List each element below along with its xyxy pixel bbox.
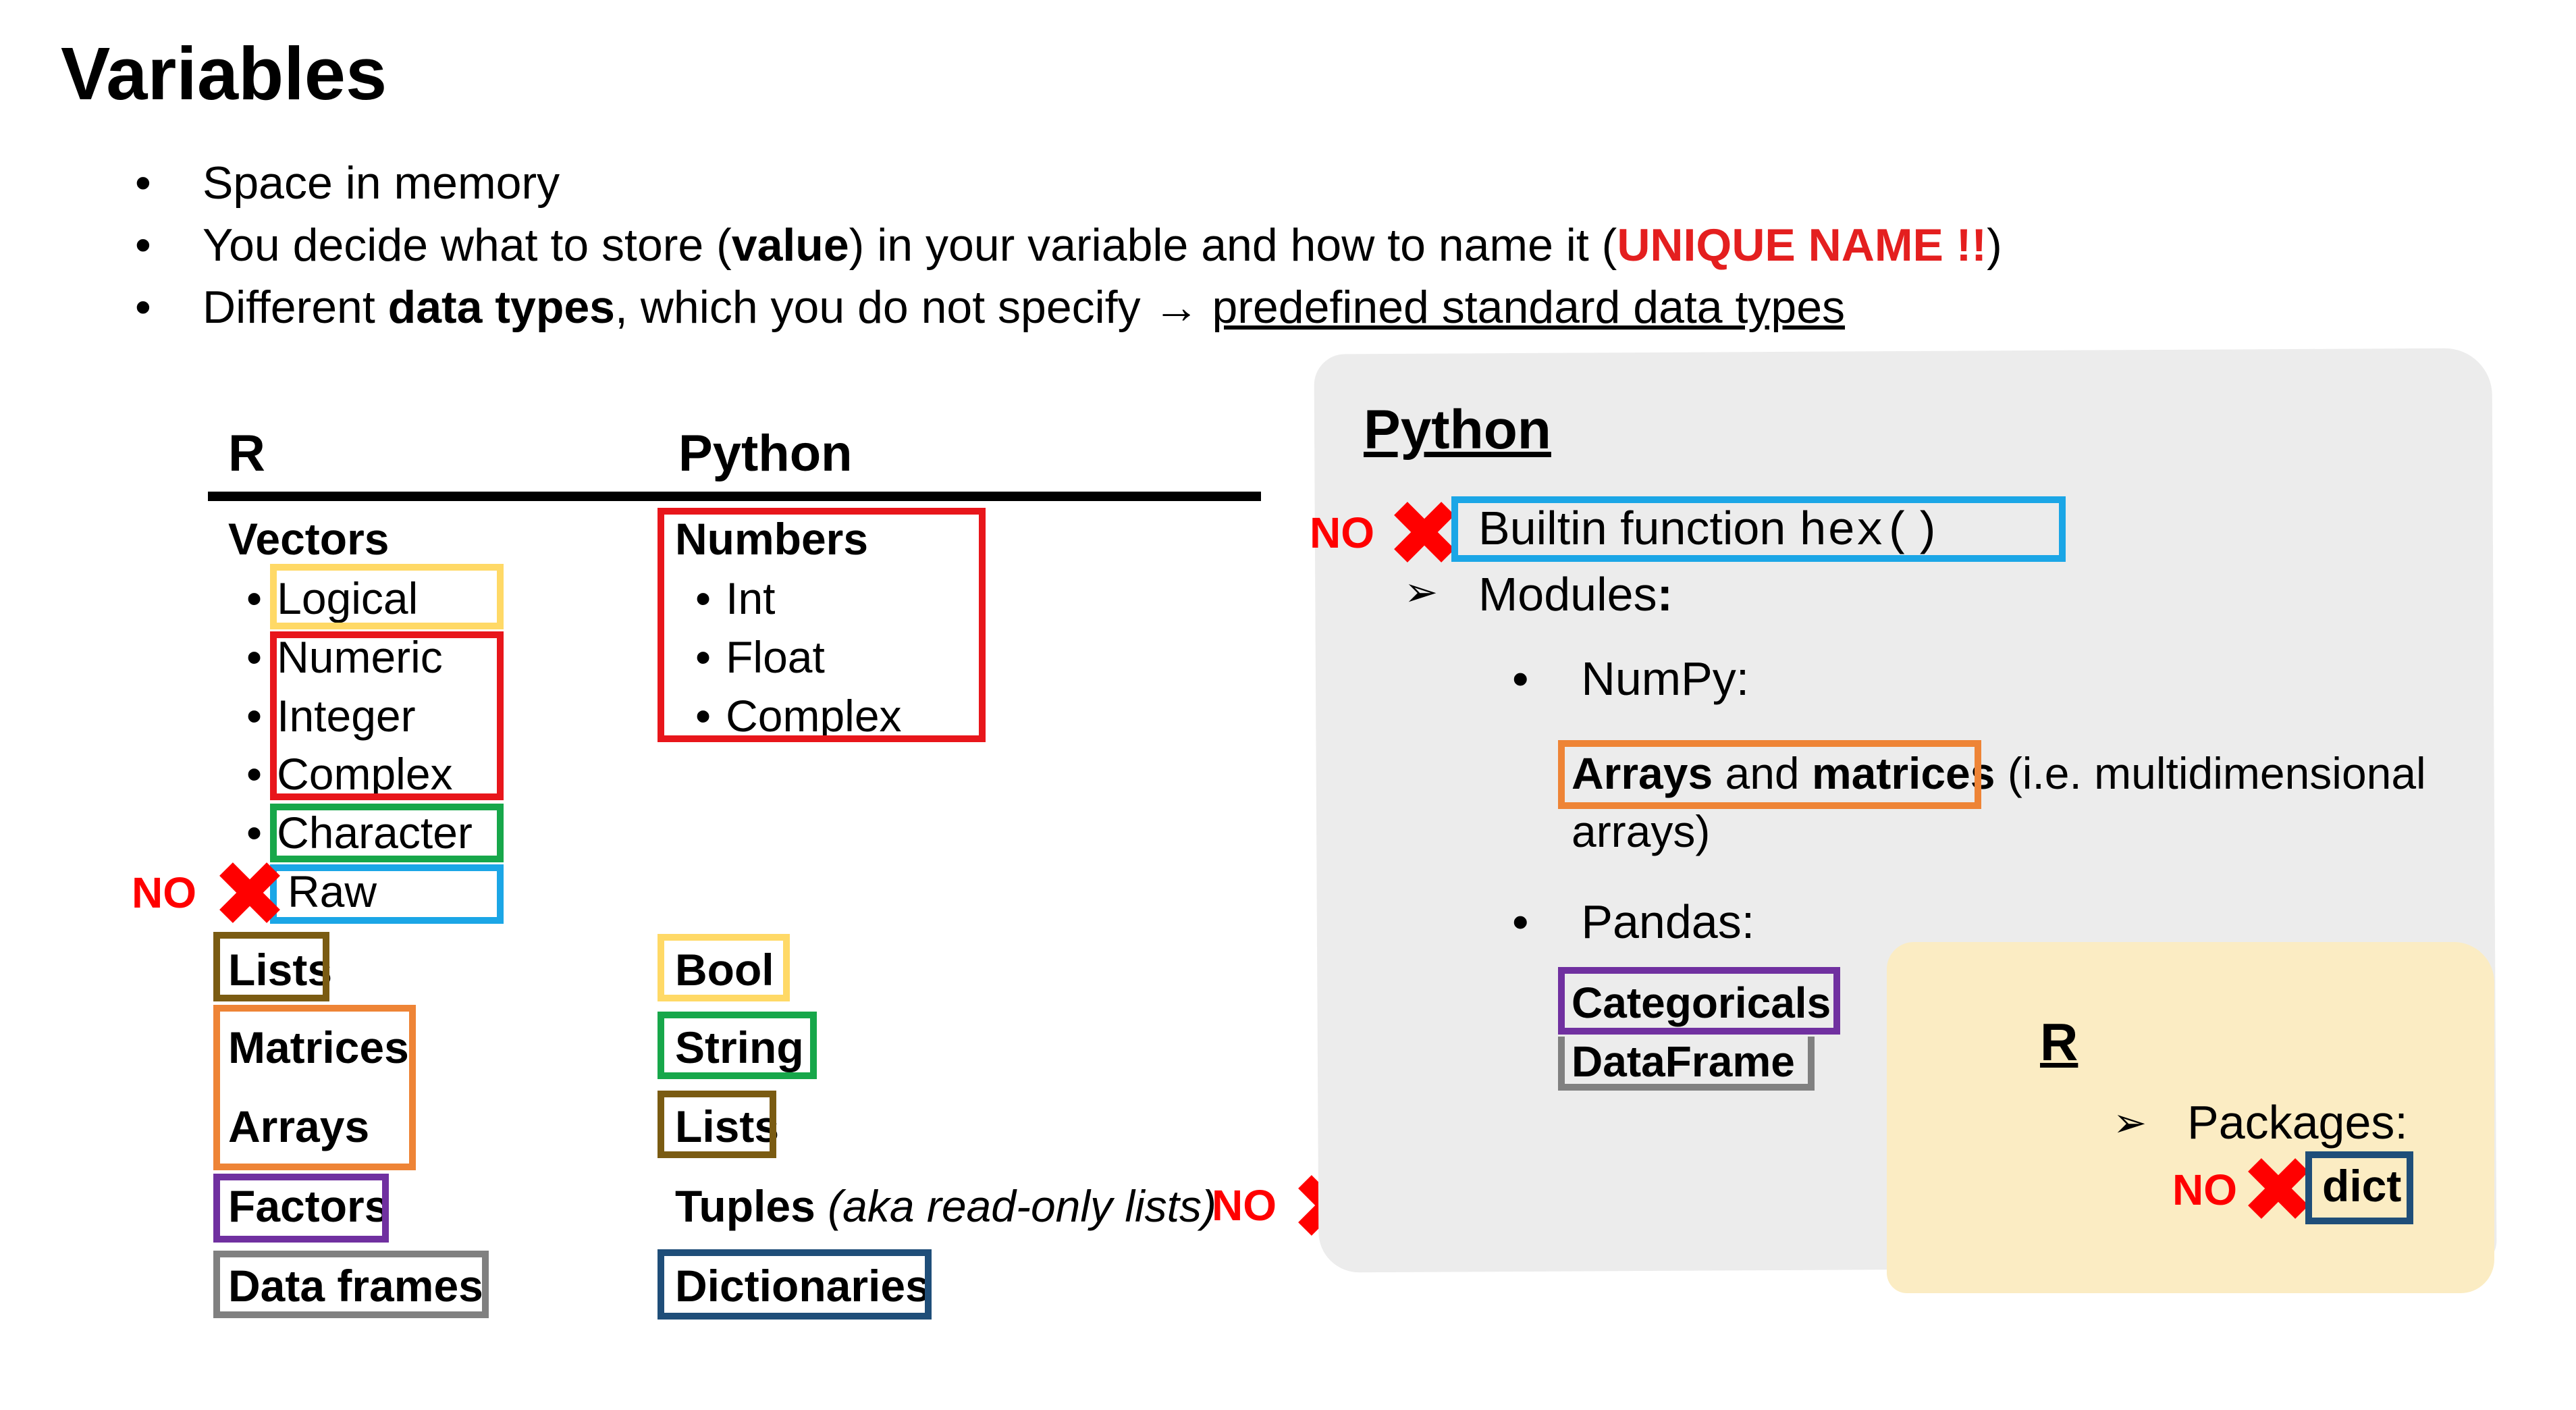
python-panel-title: Python bbox=[1364, 399, 1551, 461]
right-arrow-icon: → bbox=[1153, 282, 1200, 333]
arrow-bullet-icon: ➢ bbox=[1404, 569, 1439, 615]
dataframe-box bbox=[1558, 1037, 1815, 1091]
python-column-header: Python bbox=[678, 425, 853, 482]
r-lists-box bbox=[213, 932, 329, 1001]
packages-label: Packages: bbox=[2187, 1096, 2408, 1149]
py-tuples: Tuples (aka read-only lists) bbox=[675, 1181, 1216, 1231]
intro-bullets: Space in memory You decide what to store… bbox=[135, 152, 2002, 338]
raw-box bbox=[270, 864, 504, 924]
dictionaries-box bbox=[658, 1249, 932, 1320]
character-box bbox=[270, 804, 504, 862]
numpy-label: • NumPy: bbox=[1512, 652, 1750, 705]
r-panel-title: R bbox=[2040, 1012, 2078, 1072]
arrow-bullet-icon: ➢ bbox=[2113, 1100, 2147, 1145]
factors-box bbox=[213, 1174, 389, 1243]
py-lists-box bbox=[658, 1091, 776, 1158]
unique-name-emphasis: UNIQUE NAME !! bbox=[1617, 219, 1987, 271]
r-vectors: Vectors bbox=[228, 514, 390, 564]
no-label-tuples: NO bbox=[1212, 1181, 1277, 1230]
string-box bbox=[658, 1012, 817, 1079]
bullet-memory: Space in memory bbox=[135, 152, 2002, 214]
numeric-group-box bbox=[270, 631, 504, 800]
modules-label: Modules: bbox=[1478, 568, 1673, 621]
bullet-value: You decide what to store (value) in your… bbox=[135, 214, 2002, 276]
logical-box bbox=[270, 564, 504, 629]
bool-box bbox=[658, 934, 790, 1001]
numpy-arrays-box bbox=[1558, 740, 1981, 809]
data-frames-box bbox=[213, 1251, 489, 1318]
no-label-raw: NO bbox=[132, 868, 196, 917]
r-column-header: R bbox=[228, 425, 265, 482]
numbers-box bbox=[658, 508, 986, 742]
arrays-continued: arrays) bbox=[1572, 806, 1711, 856]
header-rule bbox=[208, 492, 1261, 501]
red-cross-icon bbox=[219, 862, 280, 923]
dict-box bbox=[2305, 1151, 2413, 1224]
no-label-dict: NO bbox=[2172, 1166, 2237, 1214]
bullet-data-types: Different data types, which you do not s… bbox=[135, 276, 2002, 338]
pandas-label: • Pandas: bbox=[1512, 895, 1755, 948]
no-label-hex: NO bbox=[1310, 508, 1374, 557]
red-cross-icon bbox=[1394, 502, 1455, 563]
predefined-types-link: predefined standard data types bbox=[1212, 282, 1846, 333]
red-cross-icon bbox=[2248, 1158, 2309, 1219]
builtin-box bbox=[1451, 496, 2066, 562]
slide-title: Variables bbox=[61, 32, 387, 115]
matrices-arrays-box bbox=[213, 1005, 416, 1170]
categoricals-box bbox=[1558, 967, 1840, 1035]
